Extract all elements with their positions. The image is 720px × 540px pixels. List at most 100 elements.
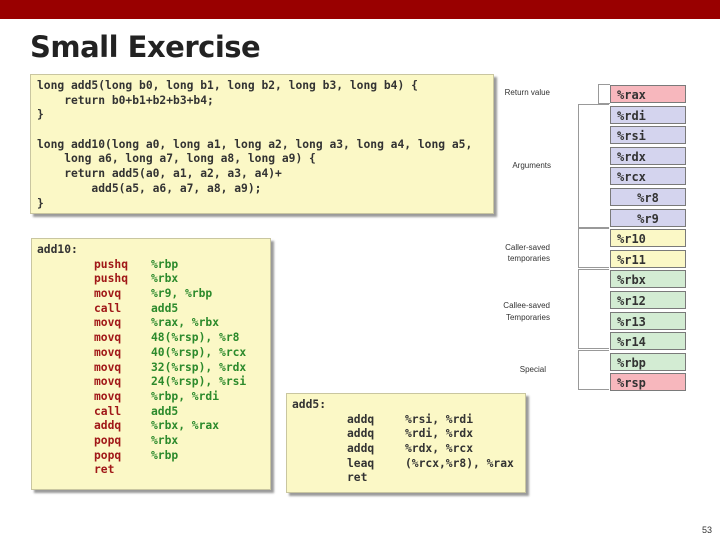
asm-opcode: movq (94, 287, 122, 301)
label-caller-saved-2: temporaries (507, 254, 550, 263)
asm-operands: %rdx, %rcx (405, 442, 474, 456)
asm-operands: %rbx (151, 272, 179, 286)
asm-instruction-row: pushq %rbp (37, 258, 270, 273)
register-r8: %r8 (610, 188, 686, 206)
asm-instruction-row: popq %rbx (37, 434, 270, 449)
asm-opcode: addq (347, 427, 375, 441)
label-callee-saved-1: Callee-saved (503, 301, 550, 310)
callee-saved-bracket (578, 269, 609, 349)
asm-opcode: popq (94, 448, 122, 462)
asm-opcode: movq (94, 375, 122, 389)
asm-opcode: call (94, 301, 122, 315)
asm-instruction-row: call add5 (37, 302, 270, 317)
c-code-box: long add5(long b0, long b1, long b2, lon… (30, 74, 494, 214)
asm-opcode: movq (94, 389, 122, 403)
asm-opcode: addq (347, 412, 375, 426)
asm-instruction-row: popq %rbp (37, 449, 270, 464)
register-r14: %r14 (610, 332, 686, 351)
c-code-line: long a6, long a7, long a8, long a9) { (37, 152, 316, 166)
asm-operands: 24(%rsp), %rsi (151, 375, 247, 389)
asm-operands: %r9, %rbp (151, 287, 213, 301)
asm-opcode: leaq (347, 456, 375, 470)
asm-opcode: movq (94, 360, 122, 374)
asm-operands: 40(%rsp), %rcx (151, 345, 247, 359)
asm-instruction-row: ret (292, 471, 525, 486)
label-callee-saved-2: Temporaries (505, 313, 550, 322)
asm-instruction-row: addq %rdx, %rcx (292, 442, 525, 457)
asm-instruction-row: leaq (%rcx,%r8), %rax (292, 457, 525, 472)
asm-instruction-row: movq %rax, %rbx (37, 316, 270, 331)
register-r12: %r12 (610, 291, 686, 309)
asm-operands: %rbx (151, 433, 179, 447)
caller-saved-bracket (578, 228, 609, 268)
asm-operands: %rbp (151, 448, 179, 462)
asm-operands: add5 (151, 301, 179, 315)
c-code-line: long add5(long b0, long b1, long b2, lon… (37, 79, 418, 92)
c-code-line: return add5(a0, a1, a2, a3, a4)+ (37, 167, 282, 181)
asm-operands: 32(%rsp), %rdx (151, 360, 247, 374)
asm-instruction-row: ret (37, 463, 270, 478)
register-rsp: %rsp (610, 373, 686, 392)
register-r11: %r11 (610, 249, 686, 268)
asm-instruction-row: addq %rsi, %rdi (292, 413, 525, 428)
register-r10: %r10 (610, 229, 686, 248)
add5-label: add5: (292, 398, 327, 411)
asm-operands: 48(%rsp), %r8 (151, 331, 240, 345)
asm-instruction-row: movq 40(%rsp), %rcx (37, 346, 270, 361)
register-rcx: %rcx (610, 167, 686, 186)
label-special: Special (519, 365, 546, 374)
asm-operands: %rax, %rbx (151, 316, 220, 330)
asm-opcode: ret (347, 471, 368, 485)
c-code-line: add5(a5, a6, a7, a8, a9); (37, 181, 262, 195)
slide-title: Small Exercise (30, 30, 261, 64)
asm-opcode: movq (94, 331, 122, 345)
c-code-line: } (37, 108, 44, 122)
asm-opcode: ret (94, 463, 115, 477)
asm-instruction-row: movq 24(%rsp), %rsi (37, 375, 270, 390)
asm-operands: add5 (151, 404, 179, 418)
label-caller-saved-1: Caller-saved (505, 243, 550, 252)
register-rbp: %rbp (610, 352, 686, 371)
register-rdi: %rdi (610, 105, 686, 124)
asm-operands: %rdi, %rdx (405, 427, 474, 441)
asm-instruction-row: addq %rbx, %rax (37, 419, 270, 434)
register-rax: %rax (610, 85, 686, 103)
asm-operands: %rsi, %rdi (405, 412, 474, 426)
asm-opcode: popq (94, 433, 122, 447)
asm-instruction-row: pushq %rbx (37, 272, 270, 287)
asm-opcode: addq (94, 419, 122, 433)
arguments-bracket (578, 104, 609, 228)
asm-instruction-row: movq 32(%rsp), %rdx (37, 361, 270, 376)
add5-asm-box: add5: addq %rsi, %rdi addq %rdi, %rdx addq %r… (286, 393, 526, 493)
asm-operands: %rbp, %rdi (151, 389, 220, 403)
register-r13: %r13 (610, 311, 686, 330)
c-code-line (37, 123, 493, 138)
asm-instruction-row: addq %rdi, %rdx (292, 427, 525, 442)
asm-instruction-row: movq 48(%rsp), %r8 (37, 331, 270, 346)
asm-instruction-row: call add5 (37, 405, 270, 420)
asm-opcode: call (94, 404, 122, 418)
label-arguments: Arguments (512, 161, 551, 170)
asm-opcode: movq (94, 345, 122, 359)
c-code-line: long add10(long a0, long a1, long a2, lo… (37, 137, 473, 151)
label-return-value: Return value (504, 88, 550, 97)
add10-label: add10: (37, 243, 78, 256)
special-bracket (578, 350, 609, 390)
asm-opcode: movq (94, 316, 122, 330)
return-value-bracket (598, 84, 610, 104)
top-accent-bar (0, 0, 720, 19)
c-code-line: } (37, 196, 44, 210)
register-rsi: %rsi (610, 126, 686, 145)
asm-operands: %rbp (151, 257, 179, 271)
asm-opcode: pushq (94, 272, 129, 286)
asm-instruction-row: movq %rbp, %rdi (37, 390, 270, 405)
register-rdx: %rdx (610, 146, 686, 165)
add5-instructions: addq %rsi, %rdi addq %rdi, %rdx addq %rdx, %r… (292, 413, 525, 486)
asm-instruction-row: movq %r9, %rbp (37, 287, 270, 302)
c-code-line: return b0+b1+b2+b3+b4; (37, 93, 214, 107)
asm-opcode: pushq (94, 257, 129, 271)
add10-asm-box: add10: pushq %rbp pushq %rbx movq %r9, %rbp ca… (31, 238, 271, 490)
asm-operands: (%rcx,%r8), %rax (405, 456, 514, 470)
register-rbx: %rbx (610, 270, 686, 289)
register-r9: %r9 (610, 208, 686, 227)
